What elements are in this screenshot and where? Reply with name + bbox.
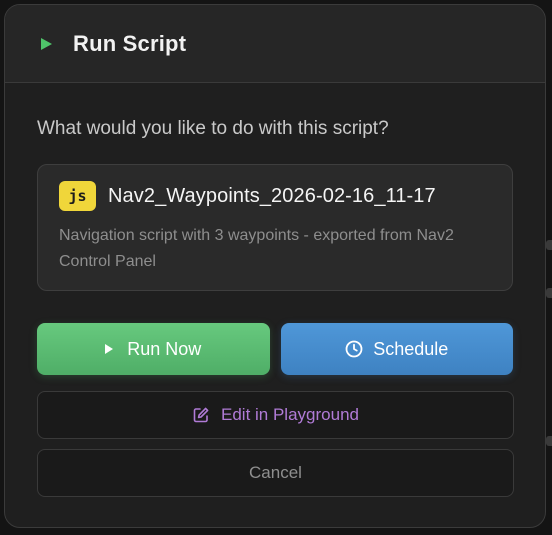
background-edge-mark xyxy=(546,288,552,298)
cancel-label: Cancel xyxy=(249,463,302,482)
edit-icon xyxy=(193,407,209,423)
cancel-button[interactable]: Cancel xyxy=(37,449,514,497)
js-badge: js xyxy=(59,181,96,211)
run-script-dialog: Run Script What would you like to do wit… xyxy=(4,4,546,528)
script-description: Navigation script with 3 waypoints - exp… xyxy=(59,227,454,270)
run-now-button[interactable]: Run Now xyxy=(37,323,270,375)
edit-label: Edit in Playground xyxy=(221,405,359,424)
schedule-button[interactable]: Schedule xyxy=(280,323,513,375)
run-now-label: Run Now xyxy=(127,338,202,359)
play-icon xyxy=(105,344,114,354)
schedule-label: Schedule xyxy=(373,338,449,359)
dialog-header: Run Script xyxy=(5,5,545,83)
script-info-card: js Nav2_Waypoints_2026-02-16_11-17 Navig… xyxy=(37,164,513,291)
script-header: js Nav2_Waypoints_2026-02-16_11-17 xyxy=(59,181,491,211)
primary-actions: Run Now Schedule xyxy=(37,323,513,375)
script-name: Nav2_Waypoints_2026-02-16_11-17 xyxy=(108,184,436,207)
background-edge-mark xyxy=(546,436,552,446)
background-edge-mark xyxy=(546,240,552,250)
dialog-body: What would you like to do with this scri… xyxy=(5,117,545,497)
play-icon xyxy=(41,38,52,50)
dialog-title: Run Script xyxy=(73,30,187,56)
clock-icon xyxy=(345,340,363,358)
backdrop: Run Script What would you like to do wit… xyxy=(0,0,552,535)
dialog-prompt: What would you like to do with this scri… xyxy=(37,118,389,139)
edit-in-playground-button[interactable]: Edit in Playground xyxy=(37,391,514,439)
